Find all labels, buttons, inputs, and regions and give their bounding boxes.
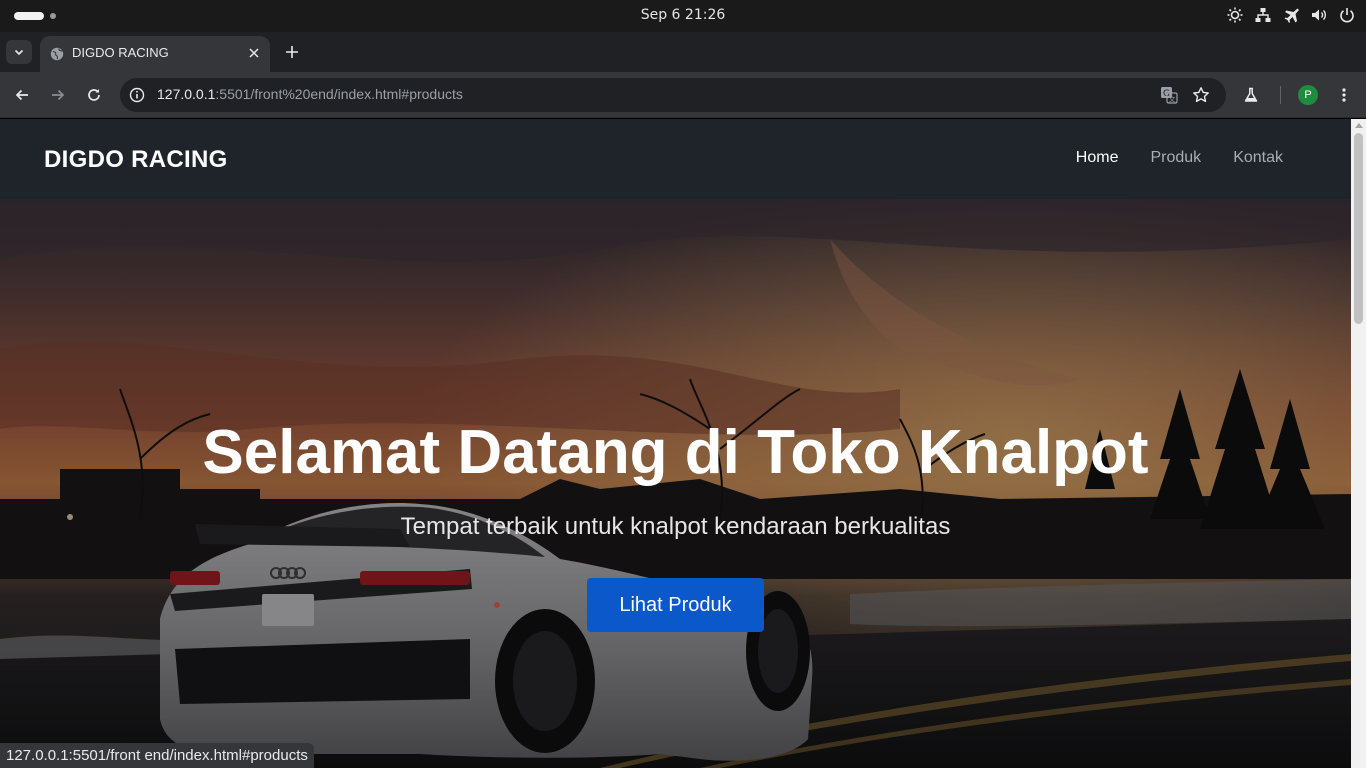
- browser-tab-active[interactable]: DIGDO RACING: [40, 36, 270, 72]
- volume-icon[interactable]: [1310, 6, 1328, 24]
- reload-icon: [88, 89, 100, 101]
- network-icon[interactable]: [1254, 6, 1272, 24]
- profile-avatar[interactable]: P: [1298, 85, 1318, 105]
- page-scrollbar[interactable]: [1351, 119, 1366, 768]
- address-bar[interactable]: 127.0.0.1:5501/front%20end/index.html#pr…: [120, 78, 1226, 112]
- hero-subtitle: Tempat terbaik untuk knalpot kendaraan b…: [400, 513, 951, 540]
- new-tab-button[interactable]: [282, 42, 302, 62]
- plus-icon: [286, 46, 298, 58]
- browser-tab-strip: DIGDO RACING: [0, 32, 1366, 72]
- tab-title: DIGDO RACING: [72, 45, 169, 60]
- bookmark-star-icon[interactable]: [1192, 86, 1210, 104]
- hero-title: Selamat Datang di Toko Knalpot: [202, 418, 1149, 487]
- os-top-bar: Sep 6 21:26: [0, 0, 1366, 32]
- brightness-icon[interactable]: [1226, 6, 1244, 24]
- flask-icon: [1244, 87, 1258, 102]
- forward-button[interactable]: [46, 83, 70, 107]
- nav-link-home[interactable]: Home: [1076, 149, 1119, 167]
- tab-close-button[interactable]: [246, 45, 262, 61]
- site-nav-links: Home Produk Kontak: [1076, 149, 1283, 167]
- arrow-right-icon: [52, 89, 65, 101]
- airplane-mode-icon[interactable]: [1282, 6, 1300, 24]
- page-viewport: DIGDO RACING Home Produk Kontak Selamat …: [0, 119, 1351, 768]
- svg-text:文: 文: [1169, 95, 1176, 104]
- info-icon[interactable]: [129, 87, 145, 103]
- nav-link-kontak[interactable]: Kontak: [1233, 149, 1283, 167]
- system-clock[interactable]: Sep 6 21:26: [0, 7, 1366, 23]
- url-text[interactable]: 127.0.0.1:5501/front%20end/index.html#pr…: [157, 86, 463, 102]
- url-path: :5501/front%20end/index.html#products: [215, 86, 463, 102]
- hero-section: Selamat Datang di Toko Knalpot Tempat te…: [0, 199, 1351, 768]
- system-tray[interactable]: [1226, 6, 1356, 24]
- url-host: 127.0.0.1: [157, 86, 216, 102]
- chevron-down-icon: [14, 49, 24, 56]
- nav-link-produk[interactable]: Produk: [1150, 149, 1201, 167]
- globe-icon: [50, 47, 64, 61]
- view-products-button[interactable]: Lihat Produk: [587, 578, 764, 632]
- tab-search-button[interactable]: [6, 40, 32, 64]
- power-icon[interactable]: [1338, 6, 1356, 24]
- toolbar-divider: [1280, 86, 1281, 104]
- scroll-up-arrow-icon[interactable]: [1355, 123, 1363, 128]
- labs-button[interactable]: [1239, 83, 1263, 107]
- translate-icon[interactable]: G文: [1160, 86, 1178, 104]
- link-status-bubble: 127.0.0.1:5501/front end/index.html#prod…: [0, 743, 314, 768]
- browser-toolbar: 127.0.0.1:5501/front%20end/index.html#pr…: [0, 72, 1366, 118]
- back-button[interactable]: [10, 83, 34, 107]
- site-logo[interactable]: DIGDO RACING: [44, 146, 228, 174]
- close-icon: [249, 48, 259, 58]
- browser-menu-button[interactable]: [1332, 83, 1356, 107]
- arrow-left-icon: [15, 89, 28, 101]
- more-vertical-icon: [1342, 88, 1346, 102]
- site-navbar: DIGDO RACING Home Produk Kontak: [0, 119, 1351, 199]
- reload-button[interactable]: [82, 83, 106, 107]
- scrollbar-thumb[interactable]: [1354, 133, 1363, 324]
